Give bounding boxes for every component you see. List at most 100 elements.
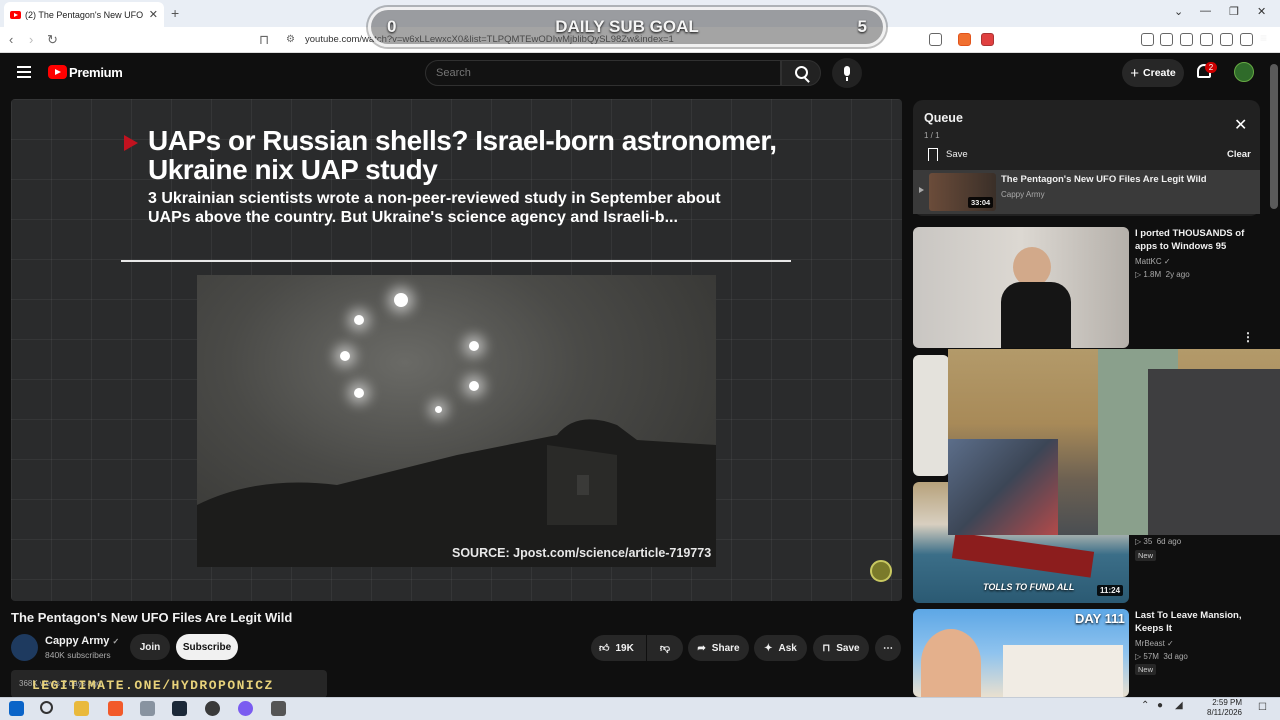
goal-target: 5 [857, 17, 867, 36]
premium-brand[interactable]: Premium [69, 65, 123, 80]
file-explorer-icon[interactable] [74, 701, 89, 716]
now-playing-icon [919, 187, 924, 193]
windows-start-icon[interactable] [9, 701, 24, 716]
light-orb [340, 351, 350, 361]
recommendation-channel[interactable]: MrBeast ✓ [1135, 637, 1174, 650]
browser-tab[interactable]: (2) The Pentagon's New UFO ✕ [4, 2, 164, 27]
recommendation-channel[interactable]: MattKC ✓ [1135, 255, 1171, 268]
windows-taskbar [0, 697, 1280, 720]
like-button[interactable]: 👍︎ 19K [591, 635, 646, 661]
site-info-icon[interactable]: ⚙ [286, 34, 295, 45]
recommendation-thumbnail[interactable]: DAY 111 [913, 609, 1129, 697]
voice-search-icon[interactable] [832, 58, 862, 88]
age: 6d ago [1156, 537, 1182, 546]
bookmark-icon[interactable]: ⊓ [259, 32, 269, 48]
recommendation-thumbnail[interactable] [913, 355, 949, 476]
light-orb [354, 388, 364, 398]
person-figure [1013, 247, 1051, 287]
light-orb [469, 381, 479, 391]
extensions-icon[interactable] [1141, 33, 1154, 46]
light-orb [469, 341, 479, 351]
back-icon[interactable]: ‹ [9, 32, 13, 47]
queue-item-title[interactable]: The Pentagon's New UFO Files Are Legit W… [1001, 174, 1207, 185]
sidebar-icon[interactable] [1180, 33, 1193, 46]
brave-browser-icon[interactable] [108, 701, 123, 716]
recommendation-title[interactable]: I ported THOUSANDS of apps to Windows 95 [1135, 227, 1260, 253]
tray-chevron-icon[interactable]: ⌃ [1141, 700, 1149, 711]
ask-button[interactable]: ✦ Ask [754, 635, 807, 661]
tab-close-icon[interactable]: ✕ [149, 8, 158, 21]
tab-title: (2) The Pentagon's New UFO [25, 9, 144, 20]
age: 3d ago [1163, 652, 1188, 661]
video-headline-line1: UAPs or Russian shells? Israel-born astr… [148, 125, 777, 156]
queue-save-icon[interactable] [928, 148, 938, 161]
mansion-figure [1003, 645, 1123, 697]
verified-icon: ✓ [112, 637, 120, 646]
forward-icon[interactable]: › [29, 32, 33, 47]
search-button[interactable] [781, 60, 821, 86]
obs-icon[interactable] [205, 701, 220, 716]
speaker-icon[interactable]: ◢ [1175, 700, 1183, 711]
search-taskbar-icon[interactable] [40, 701, 53, 714]
channel-name[interactable]: Cappy Army ✓ [45, 635, 119, 647]
queue-count: 1 / 1 [924, 131, 940, 140]
time: 2:59 PM [1212, 698, 1242, 707]
steam-icon[interactable] [172, 701, 187, 716]
channel-watermark-icon[interactable] [870, 560, 892, 582]
reload-icon[interactable]: ↻ [47, 32, 58, 48]
recommendation-title[interactable]: Last To Leave Mansion, Keeps It [1135, 609, 1260, 635]
youtube-logo-icon[interactable] [48, 65, 67, 79]
queue-item-channel[interactable]: Cappy Army [1001, 190, 1045, 199]
minimize-icon[interactable]: — [1200, 5, 1211, 17]
search-input[interactable] [425, 60, 781, 86]
sparkle-icon: ✦ [764, 642, 773, 654]
vpn-icon[interactable] [1240, 33, 1253, 46]
dislike-button[interactable]: 👎︎ [647, 635, 683, 661]
cast-icon[interactable] [929, 33, 942, 46]
app-icon[interactable] [271, 701, 286, 716]
channel-avatar[interactable] [11, 634, 38, 661]
join-button[interactable]: Join [130, 634, 170, 660]
page-scrollbar[interactable] [1270, 64, 1278, 209]
view-count: 1.8M [1143, 270, 1162, 279]
recommendation-thumbnail[interactable] [913, 227, 1129, 348]
app-icon[interactable] [140, 701, 155, 716]
discord-icon[interactable] [238, 701, 253, 716]
wallet-icon[interactable] [1200, 33, 1213, 46]
queue-close-icon[interactable]: ✕ [1234, 115, 1247, 135]
save-button[interactable]: ⊓ Save [813, 635, 869, 661]
microphone-tray-icon[interactable]: ● [1157, 700, 1163, 711]
save-icon: ⊓ [822, 642, 831, 654]
light-orb [435, 406, 442, 413]
video-source-caption: SOURCE: Jpost.com/science/article-719773 [452, 546, 712, 560]
new-tab-icon[interactable]: + [171, 5, 179, 21]
light-orb [394, 293, 408, 307]
maximize-icon[interactable]: ❐ [1229, 5, 1239, 18]
subscribe-button[interactable]: Subscribe [176, 634, 238, 660]
hamburger-menu-icon[interactable] [17, 66, 31, 78]
menu-icon[interactable]: ≡ [1260, 31, 1273, 45]
machine-figure [1148, 369, 1280, 535]
queue-save-button[interactable]: Save [946, 149, 968, 160]
media-icon[interactable] [1160, 33, 1173, 46]
queue-title: Queue [924, 111, 963, 125]
tab-list-icon[interactable]: ⌄ [1174, 5, 1183, 18]
close-window-icon[interactable]: ✕ [1257, 5, 1266, 18]
share-icon: ➦ [697, 642, 706, 654]
create-button[interactable]: + Create [1122, 59, 1184, 87]
taskbar-clock[interactable]: 2:59 PM 8/11/2026 [1198, 698, 1242, 718]
video-player[interactable]: UAPs or Russian shells? Israel-born astr… [11, 99, 902, 601]
share-button[interactable]: ➦ Share [688, 635, 749, 661]
notification-center-icon[interactable]: ☐ [1258, 702, 1267, 713]
new-badge: New [1135, 550, 1157, 561]
headline-marker-icon [124, 135, 138, 151]
queue-clear-button[interactable]: Clear [1227, 149, 1251, 160]
brave-shield-icon[interactable] [958, 33, 971, 46]
more-actions-icon[interactable]: ⋯ [875, 635, 901, 661]
account-avatar[interactable] [1234, 62, 1254, 82]
more-options-icon[interactable]: ⋮ [1242, 330, 1254, 344]
rewards-icon[interactable] [981, 33, 994, 46]
goal-label: DAILY SUB GOAL [555, 17, 699, 36]
leo-ai-icon[interactable] [1220, 33, 1233, 46]
date: 8/11/2026 [1207, 708, 1242, 717]
